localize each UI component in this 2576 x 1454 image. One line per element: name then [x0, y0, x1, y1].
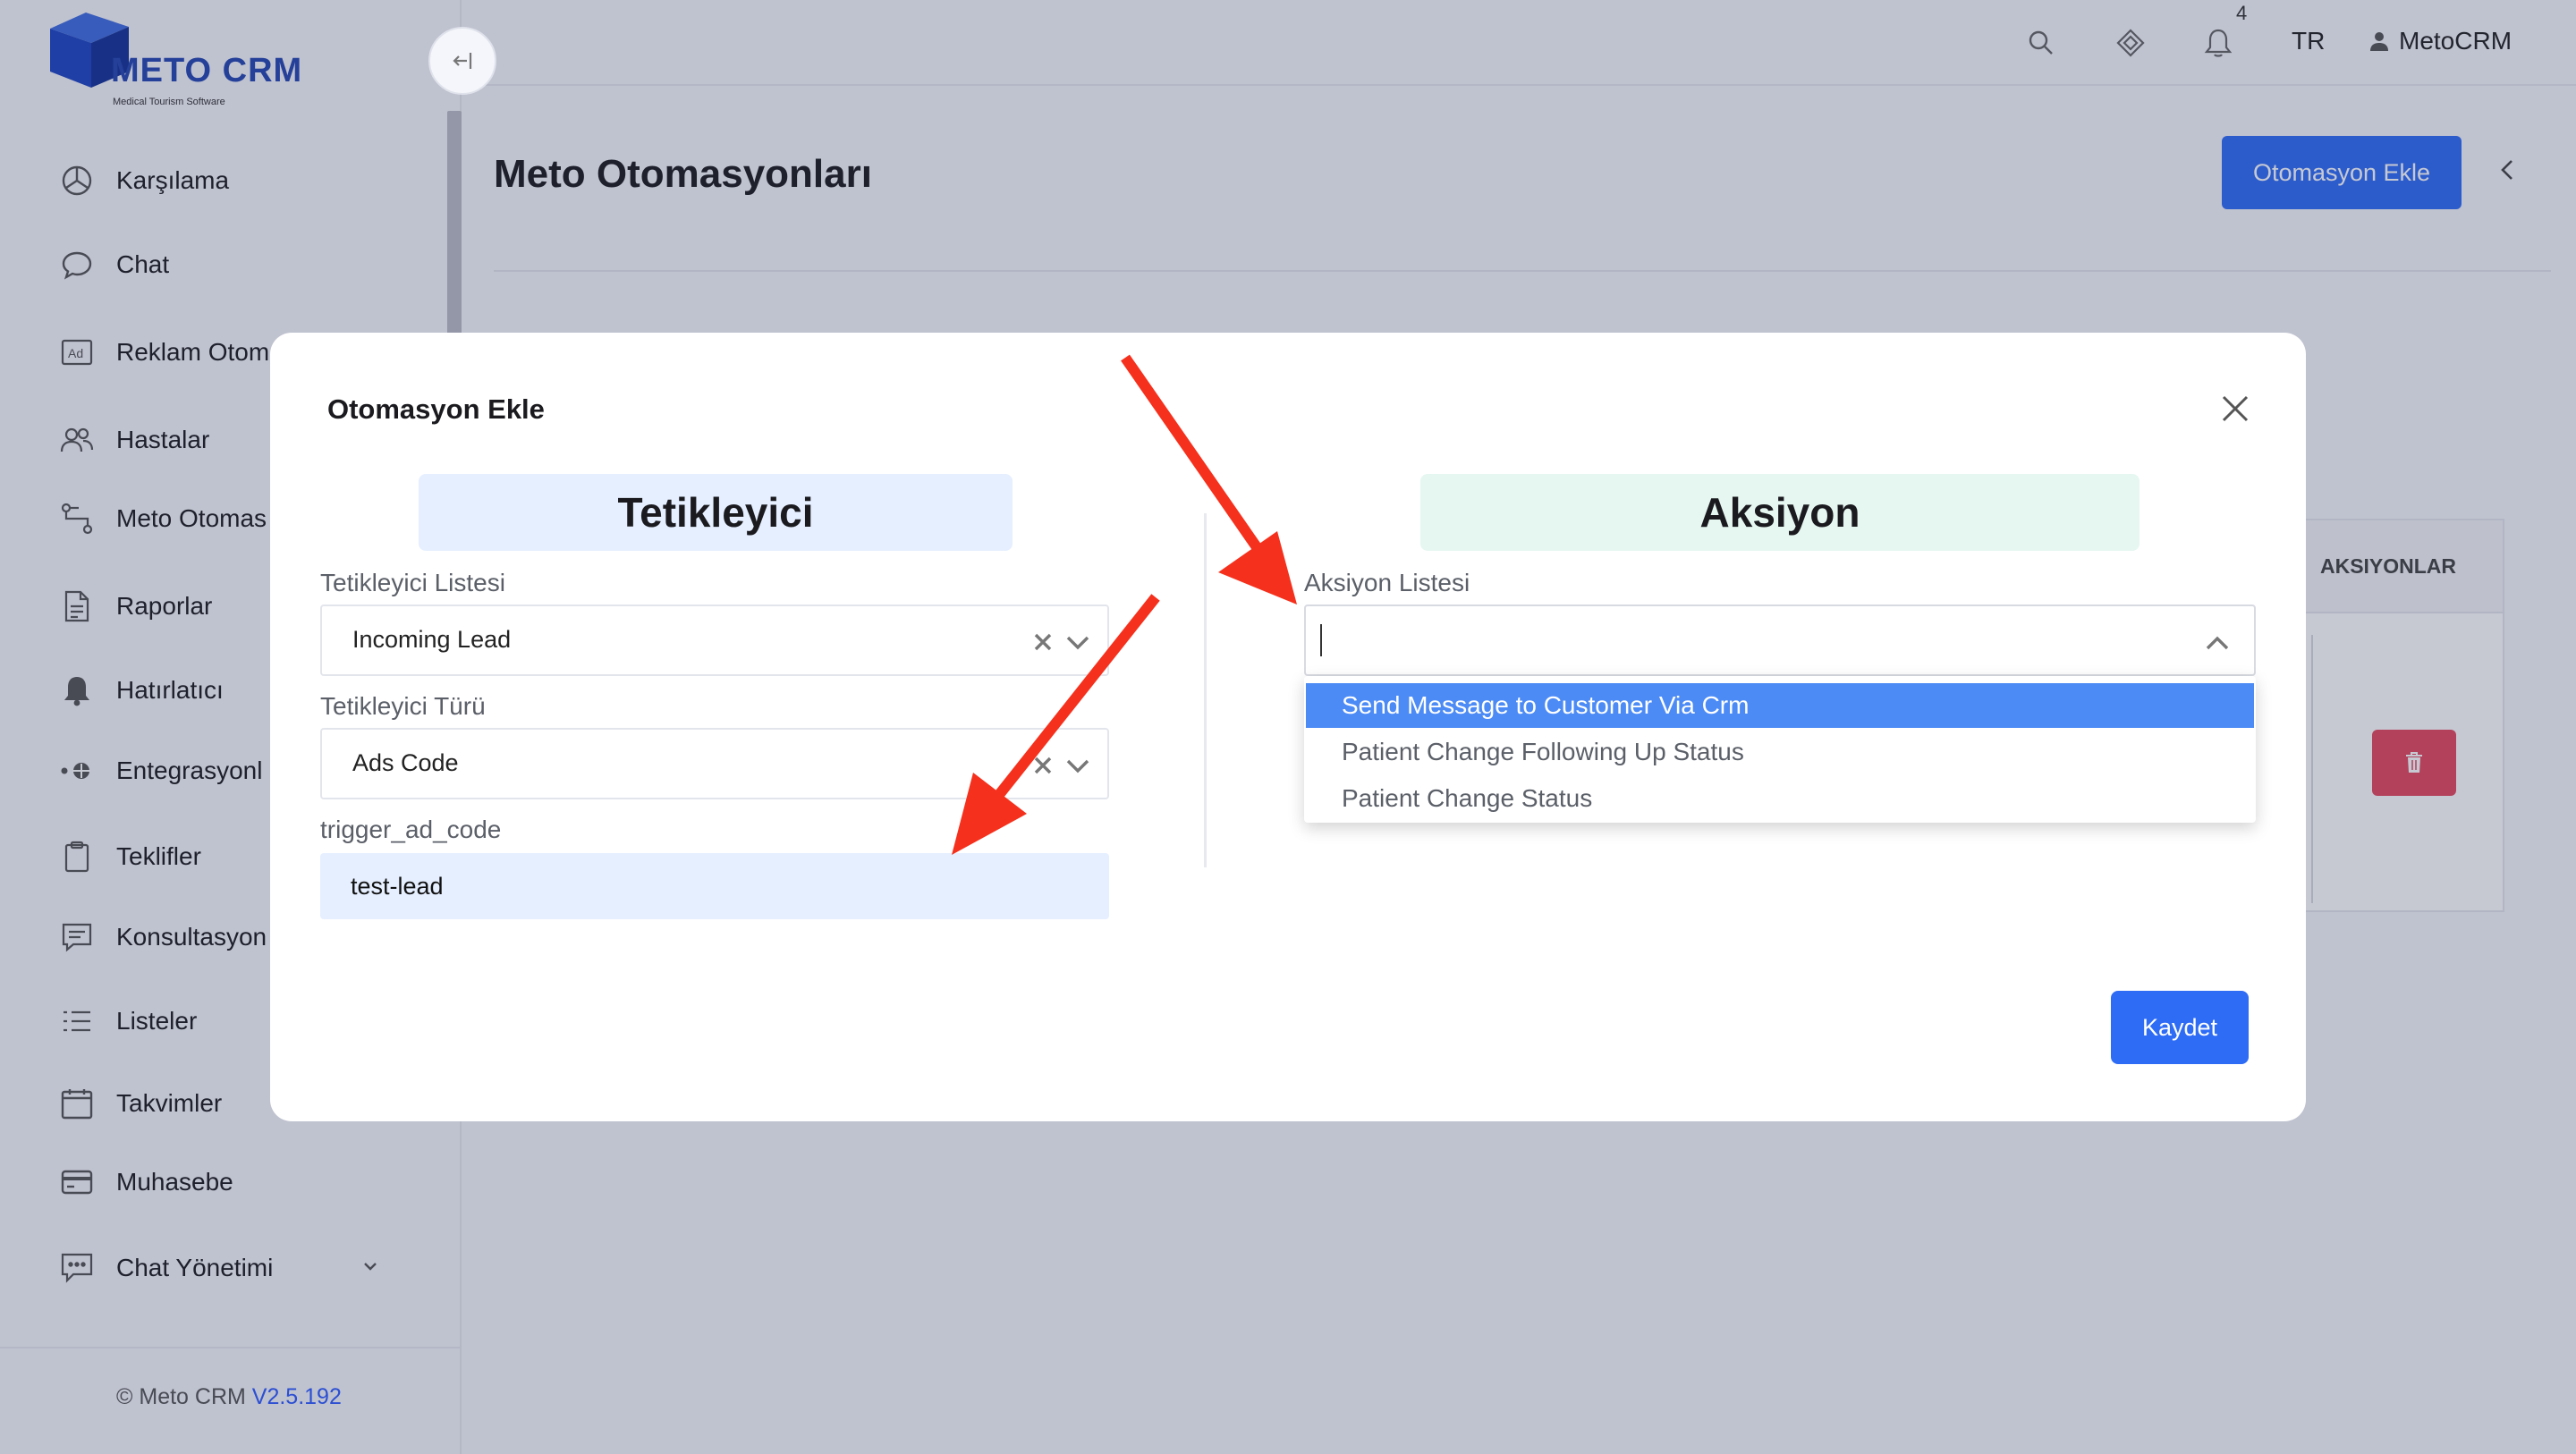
action-list-label: Aksiyon Listesi	[1304, 569, 1470, 596]
chevron-down-icon[interactable]	[1064, 753, 1091, 780]
column-divider	[1204, 513, 1207, 867]
sidebar-collapse-button[interactable]	[428, 27, 496, 95]
action-option[interactable]: Patient Change Status	[1306, 776, 2254, 821]
chevron-up-icon[interactable]	[2204, 630, 2231, 656]
collapse-left-icon	[453, 53, 472, 69]
clear-icon[interactable]	[1032, 755, 1054, 776]
action-list-select[interactable]	[1304, 604, 2256, 676]
trigger-list-value: Incoming Lead	[352, 626, 512, 653]
save-button[interactable]: Kaydet	[2111, 991, 2249, 1064]
trigger-ad-code-input[interactable]	[320, 853, 1109, 919]
add-automation-modal: Otomasyon Ekle Tetikleyici Tetikleyici L…	[270, 333, 2306, 1121]
close-icon[interactable]	[2218, 392, 2252, 426]
trigger-list-label: Tetikleyici Listesi	[320, 569, 505, 596]
modal-title: Otomasyon Ekle	[327, 393, 545, 425]
action-options-dropdown: Send Message to Customer Via Crm Patient…	[1304, 676, 2256, 823]
action-option[interactable]: Patient Change Following Up Status	[1306, 730, 2254, 774]
action-heading: Aksiyon	[1420, 474, 2140, 551]
clear-icon[interactable]	[1032, 631, 1054, 653]
trigger-heading: Tetikleyici	[419, 474, 1013, 551]
trigger-list-select[interactable]: Incoming Lead	[320, 604, 1109, 676]
text-cursor	[1320, 624, 1322, 656]
action-option[interactable]: Send Message to Customer Via Crm	[1306, 683, 2254, 728]
trigger-type-value: Ads Code	[352, 749, 459, 776]
trigger-type-label: Tetikleyici Türü	[320, 692, 486, 720]
trigger-ad-code-label: trigger_ad_code	[320, 816, 502, 843]
chevron-down-icon[interactable]	[1064, 630, 1091, 656]
trigger-type-select[interactable]: Ads Code	[320, 728, 1109, 799]
